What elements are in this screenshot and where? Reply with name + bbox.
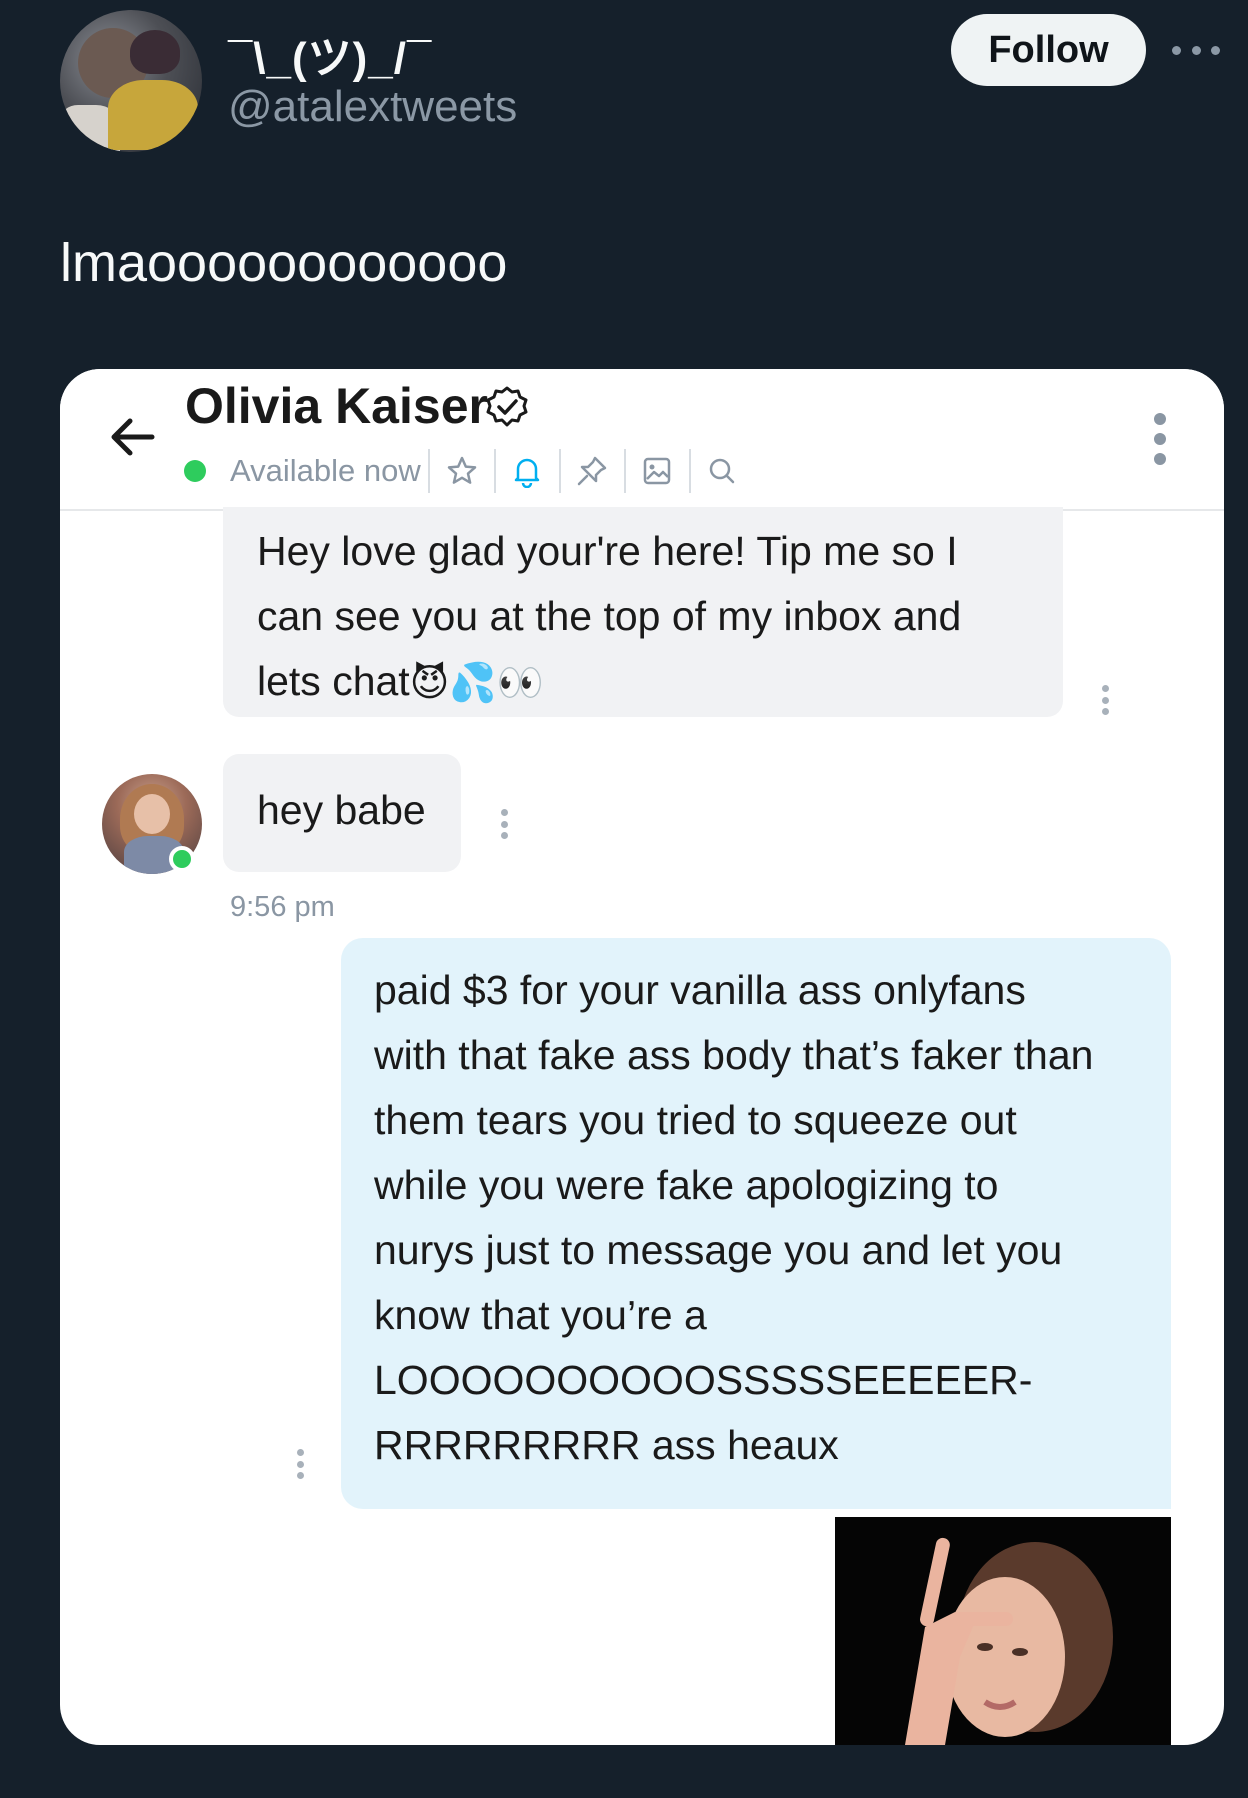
contact-name[interactable]: Olivia Kaiser <box>185 377 488 435</box>
message-line: nurys just to message you and let you <box>374 1227 1063 1273</box>
message-line: paid $3 for your vanilla ass onlyfans <box>374 967 1026 1013</box>
gif-attachment[interactable] <box>835 1517 1171 1745</box>
author-display-name[interactable]: ¯\_(ツ)_/¯ <box>228 22 432 86</box>
chat-options-icon[interactable] <box>1153 413 1167 465</box>
chat-header: Olivia Kaiser Available now <box>60 369 1224 511</box>
toolbar-divider <box>559 449 561 493</box>
incoming-message: hey babe <box>223 754 461 872</box>
outgoing-message: paid $3 for your vanilla ass onlyfans wi… <box>341 938 1171 1509</box>
message-line: RRRRRRRRR ass heaux <box>374 1422 839 1468</box>
message-text: Hey love glad your're here! Tip me so I … <box>257 528 962 705</box>
toolbar-divider <box>428 449 430 493</box>
message-options-icon[interactable] <box>296 1449 304 1479</box>
author-handle[interactable]: @atalextweets <box>228 82 517 132</box>
tweet-header: ¯\_(ツ)_/¯ @atalextweets Follow <box>0 0 1248 180</box>
message-emojis: 😈💦👀 <box>409 662 544 705</box>
toolbar-divider <box>689 449 691 493</box>
message-line: with that fake ass body that’s faker tha… <box>374 1032 1094 1078</box>
search-icon[interactable] <box>705 454 739 488</box>
author-avatar[interactable] <box>60 10 202 152</box>
tweet-text: lmaoooooooooooo <box>60 233 508 293</box>
message-line: them tears you tried to squeeze out <box>374 1097 1017 1143</box>
message-options-icon[interactable] <box>500 809 508 839</box>
online-status-dot <box>184 460 206 482</box>
toolbar-divider <box>624 449 626 493</box>
verified-badge-icon <box>486 386 528 427</box>
message-timestamp: 9:56 pm <box>230 891 335 923</box>
tweet-media-image[interactable]: Olivia Kaiser Available now Hey love gla… <box>60 369 1224 1745</box>
more-options-icon[interactable] <box>1172 32 1220 68</box>
pin-icon[interactable] <box>575 454 609 488</box>
message-text: hey babe <box>257 787 426 833</box>
incoming-message: Hey love glad your're here! Tip me so I … <box>223 507 1063 717</box>
message-options-icon[interactable] <box>1101 685 1109 715</box>
message-line: know that you’re a <box>374 1292 707 1338</box>
toolbar-divider <box>494 449 496 493</box>
image-icon[interactable] <box>640 454 674 488</box>
availability-status: Available now <box>230 453 421 488</box>
follow-button[interactable]: Follow <box>951 14 1146 86</box>
message-line: while you were fake apologizing to <box>374 1162 999 1208</box>
sender-online-dot <box>169 846 195 872</box>
bell-icon[interactable] <box>510 454 544 488</box>
star-icon[interactable] <box>445 454 479 488</box>
message-line: LOOOOOOOOOOSSSSSEEEEER- <box>374 1357 1033 1403</box>
back-arrow-icon[interactable] <box>104 409 160 465</box>
